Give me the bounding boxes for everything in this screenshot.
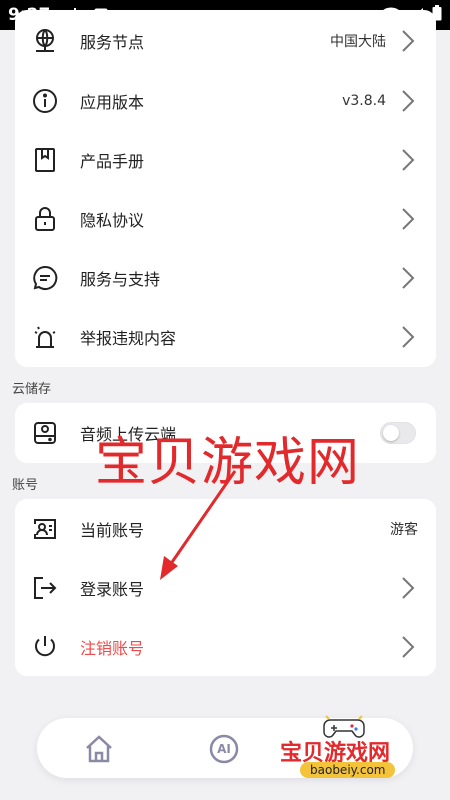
nav-home[interactable] (82, 732, 116, 766)
app-version-row[interactable]: 应用版本 v3.8.4 (15, 71, 436, 130)
chevron-right-icon (402, 325, 415, 348)
privacy-policy-row[interactable]: 隐私协议 (15, 189, 436, 248)
chevron-right-icon (402, 148, 415, 171)
delete-account-row[interactable]: 注销账号 (15, 617, 436, 676)
toggle-knob (383, 425, 399, 441)
lock-icon (31, 205, 59, 233)
service-node-row[interactable]: 服务节点 中国大陆 (15, 10, 436, 71)
globe-node-icon (31, 27, 59, 55)
hard-drive-icon (31, 419, 59, 447)
watermark-url: baobeiy.com (300, 762, 396, 778)
report-content-row[interactable]: 举报违规内容 (15, 307, 436, 366)
cloud-section-title: 云储存 (12, 382, 52, 397)
chevron-right-icon (402, 29, 415, 52)
bookmark-book-icon (31, 146, 59, 174)
service-support-row[interactable]: 服务与支持 (15, 248, 436, 307)
watermark-text: 宝贝游戏网 (95, 433, 361, 493)
ai-icon-label: AI (217, 742, 231, 756)
account-section-title: 账号 (12, 478, 39, 493)
id-card-icon (31, 515, 59, 543)
home-icon (86, 735, 112, 763)
chat-bubble-icon (31, 264, 59, 292)
logout-arrow-icon (31, 574, 59, 602)
audio-upload-toggle[interactable] (380, 422, 416, 444)
alarm-siren-icon (31, 323, 59, 351)
chevron-right-icon (402, 266, 415, 289)
power-icon (31, 633, 59, 661)
general-settings-card: 服务节点 中国大陆 应用版本 v3.8.4 产品手册 隐私协议 服务与支持 举报… (15, 10, 436, 367)
chevron-right-icon (402, 576, 415, 599)
info-icon (31, 87, 59, 115)
chevron-right-icon (402, 89, 415, 112)
chevron-right-icon (402, 207, 415, 230)
product-manual-row[interactable]: 产品手册 (15, 130, 436, 189)
nav-ai[interactable]: AI (207, 732, 241, 766)
chevron-right-icon (402, 635, 415, 658)
